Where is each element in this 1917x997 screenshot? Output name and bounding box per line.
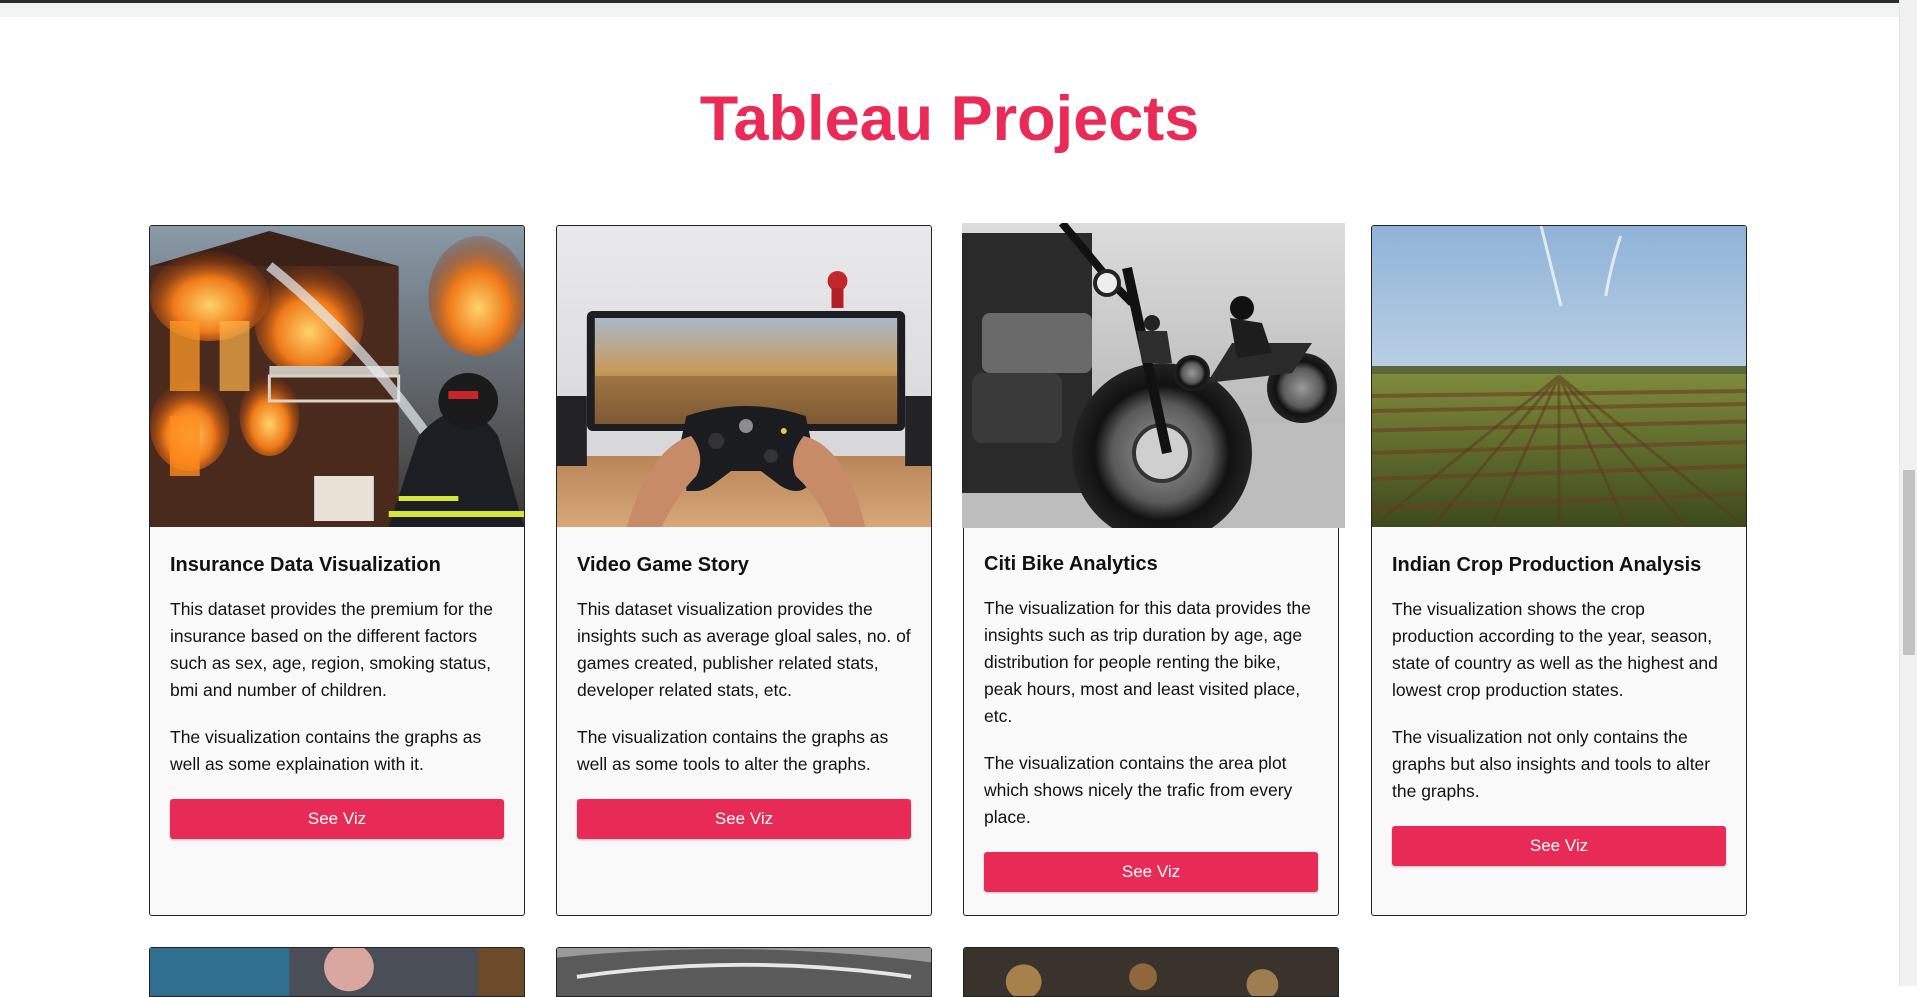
card-description: The visualization shows the crop product… xyxy=(1392,599,1718,700)
see-viz-button[interactable]: See Viz xyxy=(170,799,504,839)
card-description: The visualization for this data provides… xyxy=(984,598,1311,726)
project-card-next-row xyxy=(963,947,1339,997)
burning-house-firefighter-photo xyxy=(150,226,524,527)
card-description: The visualization contains the area plot… xyxy=(984,753,1293,827)
page-title: Tableau Projects xyxy=(699,84,1200,154)
game-controller-monitor-photo xyxy=(557,226,931,527)
crop-field-rows-photo xyxy=(1372,226,1746,527)
project-card-citi-bike: Citi Bike Analytics The visualization fo… xyxy=(962,223,1345,916)
project-card-next-row xyxy=(149,947,525,997)
browser-top-strip xyxy=(0,0,1899,17)
card-title: Insurance Data Visualization xyxy=(170,554,441,576)
card-title: Video Game Story xyxy=(577,554,749,576)
page-scrollbar[interactable] xyxy=(1899,0,1917,986)
scrollbar-thumb[interactable] xyxy=(1903,470,1915,655)
card-description: The visualization contains the graphs as… xyxy=(577,727,889,774)
project-card-insurance: Insurance Data Visualization This datase… xyxy=(149,225,525,916)
card-description: This dataset provides the premium for th… xyxy=(170,599,493,700)
card-description: The visualization not only contains the … xyxy=(1392,727,1711,801)
project-thumbnail-photo xyxy=(964,948,1338,996)
card-description: The visualization contains the graphs as… xyxy=(170,727,482,774)
project-thumbnail-photo xyxy=(150,948,524,996)
project-thumbnail-photo xyxy=(557,948,931,996)
project-card-video-game: Video Game Story This dataset visualizat… xyxy=(556,225,932,916)
card-title: Citi Bike Analytics xyxy=(984,553,1158,575)
see-viz-button[interactable]: See Viz xyxy=(1392,826,1726,866)
motorcycles-black-white-photo xyxy=(962,223,1345,528)
card-description: This dataset visualization provides the … xyxy=(577,599,911,700)
project-card-indian-crop: Indian Crop Production Analysis The visu… xyxy=(1371,225,1747,916)
see-viz-button[interactable]: See Viz xyxy=(984,852,1318,892)
see-viz-button[interactable]: See Viz xyxy=(577,799,911,839)
project-card-next-row xyxy=(556,947,932,997)
card-title: Indian Crop Production Analysis xyxy=(1392,554,1702,576)
